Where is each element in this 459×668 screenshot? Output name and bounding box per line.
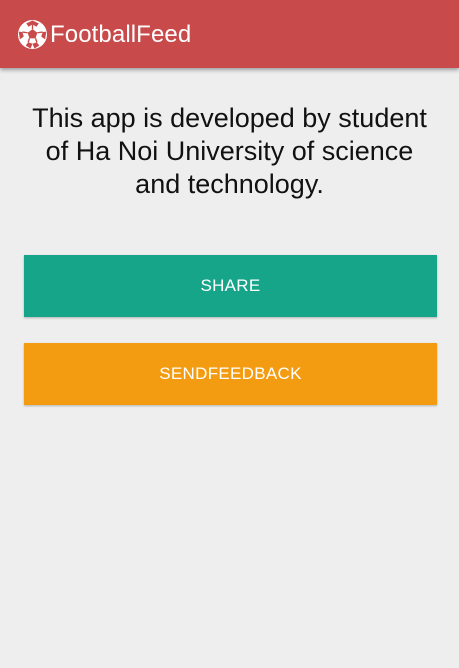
about-message: This app is developed by student of Ha N… [32, 103, 427, 199]
soccer-ball-icon [17, 19, 48, 50]
send-feedback-button[interactable]: SENDFEEDBACK [24, 343, 437, 405]
app-bar: FootballFeed [0, 0, 459, 68]
app-title: FootballFeed [50, 21, 192, 48]
share-button[interactable]: SHARE [24, 255, 437, 317]
